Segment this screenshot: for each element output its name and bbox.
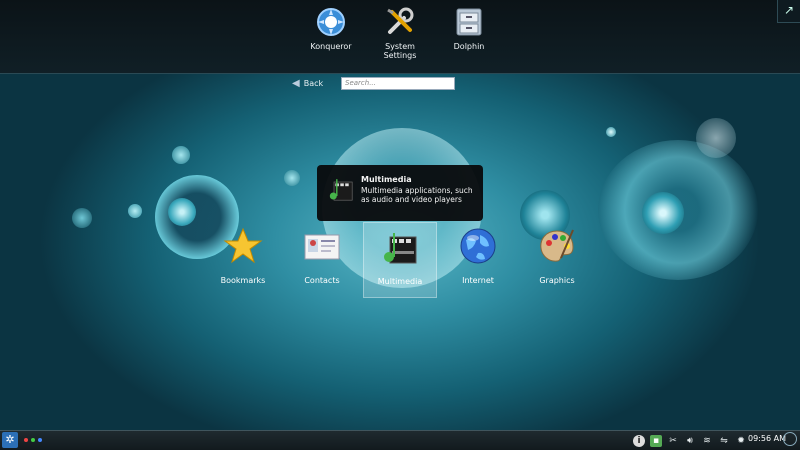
favorite-konqueror[interactable]: Konqueror (296, 6, 366, 51)
back-button[interactable]: ◀ Back (292, 78, 323, 90)
system-settings-icon (384, 6, 416, 38)
updates-icon[interactable]: ▪ (650, 434, 662, 447)
power-settings-icon[interactable]: ✹ (735, 435, 747, 447)
pager-dots[interactable] (24, 438, 42, 442)
decorative-bubble (128, 204, 142, 218)
back-arrow-icon: ◀ (292, 78, 300, 89)
category-label: Graphics (539, 276, 575, 285)
category-internet[interactable]: Internet (441, 222, 515, 298)
clock[interactable]: 09:56 AM (748, 434, 786, 443)
decorative-bubble (642, 192, 684, 234)
konqueror-icon (315, 6, 347, 38)
dolphin-icon (453, 6, 485, 38)
panel-toolbox-icon[interactable] (783, 432, 797, 446)
system-tray: i ▪ ✂ 🔊︎ ≋ ⇋ ✹ (633, 433, 747, 448)
category-multimedia[interactable]: Multimedia (363, 222, 437, 298)
favorite-label: Dolphin (453, 42, 485, 51)
tooltip-title: Multimedia (361, 175, 412, 184)
favorite-label: Konqueror (310, 42, 352, 51)
kde-launcher-icon[interactable]: ✲ (2, 432, 18, 448)
info-icon[interactable]: i (633, 434, 645, 447)
contacts-card-icon (302, 226, 342, 266)
category-label: Bookmarks (220, 276, 266, 285)
wifi-icon[interactable]: ≋ (701, 435, 713, 447)
multimedia-icon (380, 227, 420, 267)
decorative-bubble (72, 208, 92, 228)
usb-icon[interactable]: ⇋ (718, 435, 730, 447)
favorites-bar: Konqueror System Settings Dolphin ↗ (0, 0, 800, 74)
decorative-bubble (284, 170, 300, 186)
category-label: Contacts (304, 276, 340, 285)
favorite-label: System Settings (383, 42, 417, 60)
volume-icon[interactable]: 🔊︎ (684, 435, 696, 447)
category-label: Multimedia (377, 277, 423, 286)
category-label: Internet (462, 276, 494, 285)
category-tooltip: Multimedia Multimedia applications, such… (317, 165, 483, 221)
back-label: Back (303, 79, 324, 88)
star-icon (223, 226, 263, 266)
decorative-bubble (172, 146, 190, 164)
favorite-system-settings[interactable]: System Settings (365, 6, 435, 60)
decorative-bubble (606, 127, 616, 137)
palette-icon (537, 226, 577, 266)
clipboard-scissors-icon[interactable]: ✂ (667, 435, 679, 447)
decorative-bubble (696, 118, 736, 158)
category-graphics[interactable]: Graphics (520, 222, 594, 298)
category-bookmarks[interactable]: Bookmarks (206, 222, 280, 298)
search-input[interactable]: Search... (341, 77, 455, 90)
globe-icon (458, 226, 498, 266)
decorative-bubble (168, 198, 196, 226)
tooltip-description: Multimedia applications, such as audio a… (361, 186, 473, 204)
corner-menu-icon[interactable]: ↗ (777, 0, 800, 23)
favorite-dolphin[interactable]: Dolphin (434, 6, 504, 51)
multimedia-icon (327, 175, 355, 203)
taskbar-panel: ✲ i ▪ ✂ 🔊︎ ≋ ⇋ ✹ 09:56 AM (0, 430, 800, 450)
category-contacts[interactable]: Contacts (285, 222, 359, 298)
